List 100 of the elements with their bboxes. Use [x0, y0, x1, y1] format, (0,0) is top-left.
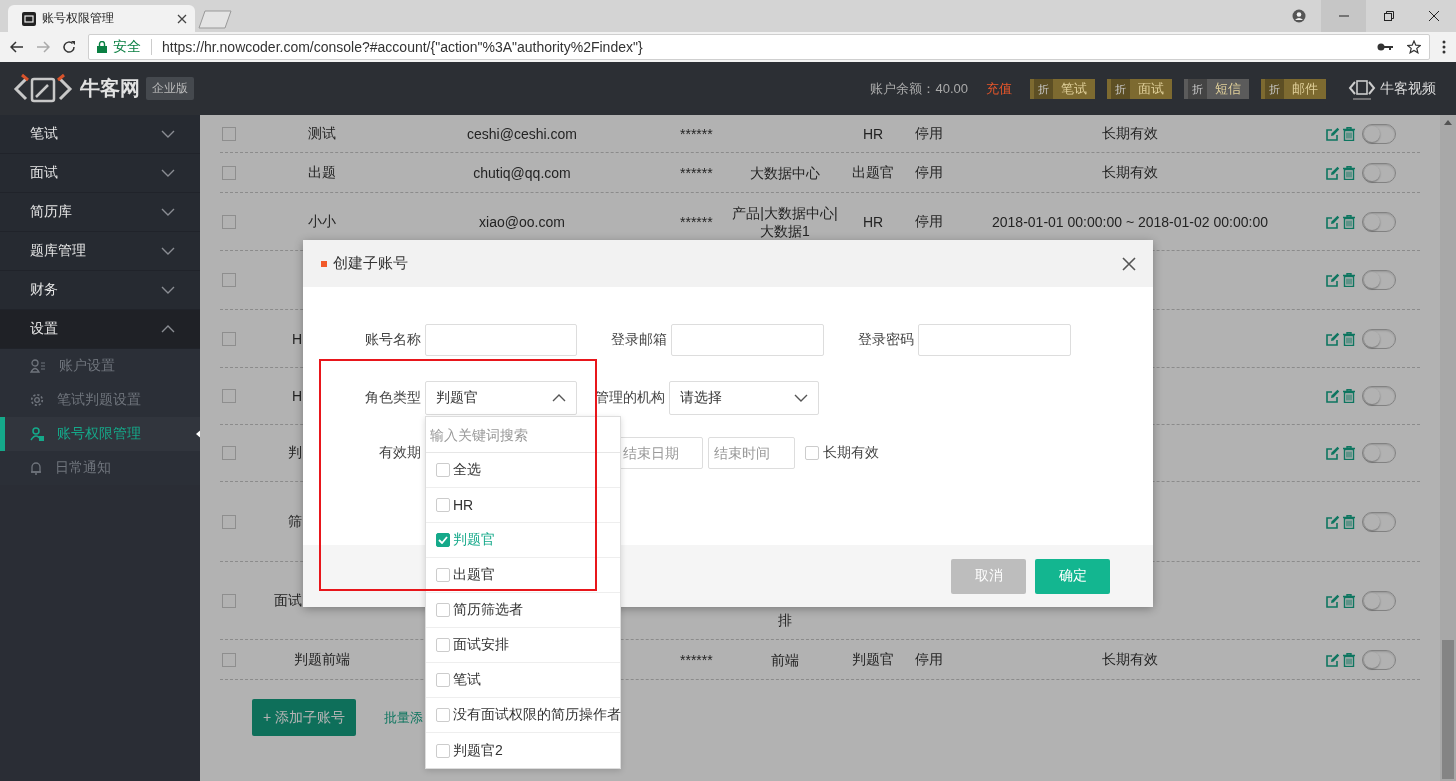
edit-icon[interactable] — [1326, 214, 1340, 229]
toggle-switch[interactable] — [1362, 386, 1396, 406]
checkbox[interactable] — [222, 652, 236, 667]
nav-item[interactable]: 面试 — [0, 154, 200, 193]
delete-icon[interactable] — [1343, 165, 1355, 180]
checkbox[interactable] — [222, 165, 236, 180]
browser-tab[interactable]: 账号权限管理 — [8, 5, 195, 32]
checkbox[interactable] — [222, 273, 236, 287]
checkbox[interactable] — [436, 463, 450, 477]
edit-icon[interactable] — [1326, 126, 1340, 141]
close-icon[interactable] — [1428, 11, 1439, 21]
delete-icon[interactable] — [1343, 514, 1355, 529]
checkbox[interactable] — [436, 708, 450, 722]
service-badge[interactable]: 折 短信 — [1184, 78, 1249, 99]
dropdown-option[interactable]: 笔试 — [426, 663, 620, 698]
checkbox[interactable] — [436, 568, 450, 582]
dropdown-option[interactable]: 没有面试权限的简历操作者 — [426, 698, 620, 733]
address-bar[interactable]: 安全 https://hr.nowcoder.com/console?#account/{"action"%3A"authority%2Findex"} — [88, 34, 1430, 60]
menu-icon[interactable] — [1442, 40, 1446, 54]
edit-icon[interactable] — [1326, 273, 1340, 287]
table-cell-text: ceshi@ceshi.com — [466, 125, 578, 142]
delete-icon[interactable] — [1343, 273, 1355, 287]
delete-icon[interactable] — [1343, 652, 1355, 667]
checkbox[interactable] — [222, 389, 236, 403]
checkbox[interactable] — [222, 331, 236, 346]
toggle-switch[interactable] — [1362, 443, 1396, 463]
service-badge[interactable]: 折 邮件 — [1261, 78, 1326, 99]
nav-item[interactable]: 设置 — [0, 310, 200, 349]
toggle-switch[interactable] — [1362, 590, 1396, 611]
nav-item[interactable]: 财务 — [0, 271, 200, 310]
toggle-switch[interactable] — [1362, 328, 1396, 349]
delete-icon[interactable] — [1343, 214, 1355, 229]
account-icon[interactable] — [1291, 9, 1306, 23]
checkbox[interactable] — [436, 673, 450, 687]
scroll-up-arrow-icon[interactable] — [1444, 120, 1452, 125]
checkbox[interactable] — [222, 593, 236, 608]
checkbox[interactable] — [436, 603, 450, 617]
back-icon[interactable] — [10, 41, 24, 53]
checkbox-label[interactable]: 长期有效 — [823, 444, 879, 462]
dropdown-option[interactable]: 面试安排 — [426, 628, 620, 663]
table-cell-text: ****** — [679, 213, 714, 230]
edit-icon[interactable] — [1326, 593, 1340, 608]
checkbox[interactable] — [222, 446, 236, 460]
delete-icon[interactable] — [1343, 126, 1355, 141]
edit-icon[interactable] — [1326, 389, 1340, 403]
text-field[interactable] — [671, 324, 824, 356]
star-icon[interactable] — [1407, 40, 1421, 54]
recharge-link[interactable]: 充值 — [986, 79, 1012, 98]
table-cell: 面试 — [274, 591, 302, 608]
toggle-switch[interactable] — [1362, 649, 1396, 670]
checkbox[interactable] — [436, 743, 450, 758]
select-field[interactable]: 判题官 — [425, 381, 577, 415]
nav-item[interactable]: 题库管理 — [0, 232, 200, 271]
reload-icon[interactable] — [62, 40, 76, 54]
checkbox[interactable] — [436, 638, 450, 652]
select-field[interactable]: 请选择 — [669, 381, 819, 415]
toggle-switch[interactable] — [1362, 123, 1396, 144]
table-cell-text: 出题 — [307, 163, 337, 182]
text-field[interactable] — [425, 324, 577, 356]
forward-icon[interactable] — [36, 41, 50, 53]
restore-icon[interactable] — [1383, 11, 1394, 21]
delete-icon[interactable] — [1343, 331, 1355, 346]
dropdown-option[interactable]: 简历筛选者 — [426, 593, 620, 628]
dropdown-option[interactable]: 全选 — [426, 453, 620, 488]
checkbox[interactable] — [222, 514, 236, 529]
service-badge[interactable]: 折 笔试 — [1030, 78, 1095, 99]
toggle-switch[interactable] — [1362, 270, 1396, 290]
key-icon[interactable] — [1377, 42, 1393, 52]
scrollbar-thumb[interactable] — [1442, 640, 1454, 779]
new-tab-icon[interactable] — [197, 9, 233, 29]
checkbox[interactable] — [805, 446, 819, 460]
toggle-switch[interactable] — [1362, 211, 1396, 232]
service-badge[interactable]: 折 面试 — [1107, 78, 1172, 99]
dropdown-option[interactable]: HR — [426, 488, 620, 523]
close-icon[interactable] — [1122, 256, 1136, 271]
dropdown-option[interactable]: 判题官2 — [426, 733, 620, 768]
edit-icon[interactable] — [1326, 446, 1340, 460]
checkbox[interactable] — [436, 498, 450, 512]
video-link[interactable]: 牛客视频 — [1380, 79, 1436, 98]
nav-item[interactable]: 简历库 — [0, 193, 200, 232]
edit-icon[interactable] — [1326, 514, 1340, 529]
nav-subitem[interactable]: 账号权限管理 — [0, 417, 200, 451]
dropdown-option[interactable]: 出题官 — [426, 558, 620, 593]
checkbox[interactable] — [436, 533, 450, 547]
toggle-switch[interactable] — [1362, 511, 1396, 532]
toggle-switch[interactable] — [1362, 162, 1396, 183]
text-field[interactable]: 结束时间 — [708, 437, 795, 469]
edit-icon[interactable] — [1326, 331, 1340, 346]
search-field[interactable]: 输入关键词搜索 — [426, 417, 620, 453]
edit-icon[interactable] — [1326, 652, 1340, 667]
nav-item[interactable]: 笔试 — [0, 115, 200, 154]
edit-icon[interactable] — [1326, 165, 1340, 180]
delete-icon[interactable] — [1343, 593, 1355, 608]
text-field[interactable] — [918, 324, 1071, 356]
table-cell-text: 2018-01-01 00:00:00 ~ 2018-01-02 00:00:00 — [991, 213, 1269, 230]
delete-icon[interactable] — [1343, 446, 1355, 460]
close-icon[interactable] — [177, 13, 187, 24]
checkbox[interactable] — [222, 214, 236, 229]
checkbox[interactable] — [222, 126, 236, 141]
delete-icon[interactable] — [1343, 389, 1355, 403]
